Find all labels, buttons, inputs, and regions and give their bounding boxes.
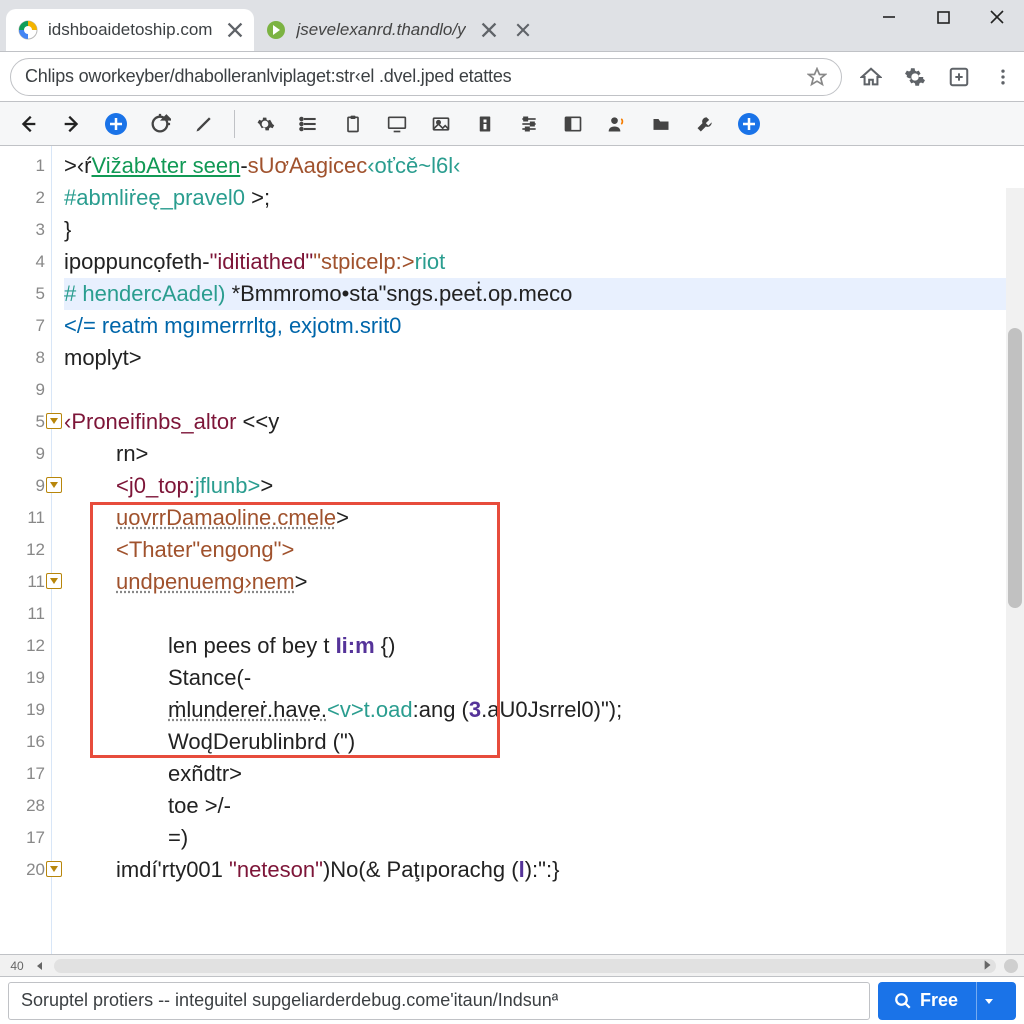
vertical-scrollbar[interactable] (1006, 188, 1024, 976)
footer-bar: Soruptel protiers -- integuitel supgelia… (0, 976, 1024, 1024)
edit-button[interactable] (184, 106, 224, 142)
menu-kebab-icon[interactable] (992, 66, 1014, 88)
extra-close-icon[interactable] (508, 9, 538, 51)
search-icon (894, 992, 912, 1010)
bookmark-star-icon[interactable] (807, 67, 827, 87)
code-content[interactable]: >‹ŕVižabAter seen-sUơAagicec‹oťcě~l6l‹#a… (52, 146, 1024, 975)
favicon-globe-icon (18, 20, 38, 40)
config-gear-button[interactable] (245, 106, 285, 142)
tab-close-icon[interactable] (480, 21, 498, 39)
address-bar[interactable]: Chlips oworkeyber/dhabolleranlviplaget:s… (10, 58, 842, 96)
tab-title: jsevelexanrd.thandlo/y (296, 20, 465, 40)
scroll-left-arrow-icon[interactable] (34, 960, 46, 972)
panel-button[interactable] (553, 106, 593, 142)
editor-toolbar (0, 102, 1024, 146)
footer-button-dropdown[interactable] (976, 982, 1000, 1020)
add-button[interactable] (96, 106, 136, 142)
favicon-green-icon (266, 20, 286, 40)
nav-back-button[interactable] (8, 106, 48, 142)
hscroll-track[interactable] (54, 959, 996, 973)
footer-search-input[interactable]: Soruptel protiers -- integuitel supgelia… (8, 982, 870, 1020)
list-button[interactable] (289, 106, 329, 142)
tab-close-icon[interactable] (226, 21, 244, 39)
line-gutter: 12345789599111211111219191617281720 (0, 146, 52, 975)
home-icon[interactable] (860, 66, 882, 88)
display-button[interactable] (377, 106, 417, 142)
clipboard-button[interactable] (333, 106, 373, 142)
refresh-button[interactable] (140, 106, 180, 142)
code-editor[interactable]: 12345789599111211111219191617281720 >‹ŕV… (0, 146, 1024, 976)
image-button[interactable] (421, 106, 461, 142)
window-close-button[interactable] (970, 0, 1024, 34)
url-text: Chlips oworkeyber/dhabolleranlviplaget:s… (25, 66, 797, 87)
window-minimize-button[interactable] (862, 0, 916, 34)
browser-tab-1[interactable]: idshboaidetoship.com (6, 9, 254, 51)
status-dot (1004, 959, 1018, 973)
add-secondary-button[interactable] (729, 106, 769, 142)
footer-input-text: Soruptel protiers -- integuitel supgelia… (21, 990, 558, 1011)
scroll-right-arrow-icon[interactable] (980, 958, 994, 972)
footer-button-label: Free (920, 990, 958, 1011)
browser-tab-2[interactable]: jsevelexanrd.thandlo/y (254, 9, 507, 51)
footer-action-button[interactable]: Free (878, 982, 1016, 1020)
scrollbar-thumb[interactable] (1008, 328, 1022, 608)
tune-button[interactable] (509, 106, 549, 142)
tab-title: idshboaidetoship.com (48, 20, 212, 40)
status-line-number: 40 (0, 959, 34, 973)
window-maximize-button[interactable] (916, 0, 970, 34)
user-voice-button[interactable] (597, 106, 637, 142)
wrench-button[interactable] (685, 106, 725, 142)
horizontal-scroll-row: 40 (0, 954, 1024, 976)
settings-gear-icon[interactable] (904, 66, 926, 88)
extensions-add-icon[interactable] (948, 66, 970, 88)
address-bar-row: Chlips oworkeyber/dhabolleranlviplaget:s… (0, 52, 1024, 102)
info-button[interactable] (465, 106, 505, 142)
nav-forward-button[interactable] (52, 106, 92, 142)
folder-button[interactable] (641, 106, 681, 142)
